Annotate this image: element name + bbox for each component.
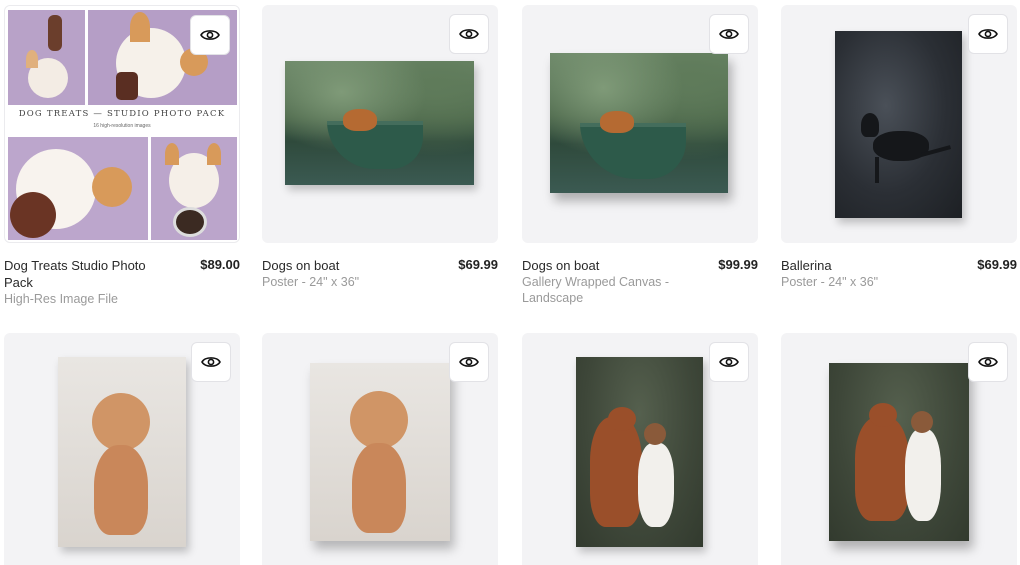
product-card[interactable] bbox=[262, 333, 498, 565]
product-price: $69.99 bbox=[458, 257, 498, 272]
eye-icon bbox=[978, 29, 998, 39]
product-image bbox=[310, 363, 450, 541]
product-thumbnail[interactable] bbox=[781, 333, 1017, 565]
quick-view-button[interactable] bbox=[191, 342, 231, 382]
collage-subtitle: 16 high-resolution images bbox=[93, 123, 151, 129]
product-image bbox=[576, 357, 703, 547]
product-card[interactable] bbox=[781, 333, 1017, 565]
product-card[interactable]: Ballerina Poster - 24" x 36" $69.99 bbox=[781, 5, 1017, 317]
product-image bbox=[58, 357, 186, 547]
product-meta: Dogs on boat Poster - 24" x 36" $69.99 bbox=[262, 257, 498, 317]
eye-icon bbox=[200, 30, 220, 40]
eye-icon bbox=[719, 29, 739, 39]
product-card[interactable]: Dogs on boat Poster - 24" x 36" $69.99 bbox=[262, 5, 498, 317]
eye-icon bbox=[459, 29, 479, 39]
product-image bbox=[285, 61, 474, 185]
eye-icon bbox=[459, 357, 479, 367]
eye-icon bbox=[978, 357, 998, 367]
quick-view-button[interactable] bbox=[449, 14, 489, 54]
quick-view-button[interactable] bbox=[968, 342, 1008, 382]
collage-title: DOG TREATS — STUDIO PHOTO PACK bbox=[18, 109, 226, 119]
product-thumbnail[interactable] bbox=[262, 333, 498, 565]
eye-icon bbox=[201, 357, 221, 367]
product-subtitle: Poster - 24" x 36" bbox=[262, 275, 360, 289]
product-image bbox=[835, 31, 962, 218]
quick-view-button[interactable] bbox=[709, 342, 749, 382]
eye-icon bbox=[719, 357, 739, 367]
product-image bbox=[550, 53, 728, 193]
product-subtitle: Poster - 24" x 36" bbox=[781, 275, 879, 289]
product-meta: Dog Treats Studio Photo Pack High-Res Im… bbox=[4, 257, 240, 317]
product-price: $89.00 bbox=[200, 257, 240, 272]
product-subtitle: Gallery Wrapped Canvas - Landscape bbox=[522, 275, 670, 305]
product-card[interactable] bbox=[522, 333, 758, 565]
product-meta: Dogs on boat Gallery Wrapped Canvas - La… bbox=[522, 257, 758, 317]
product-grid: DOG TREATS — STUDIO PHOTO PACK 16 high-r… bbox=[0, 0, 1020, 565]
quick-view-button[interactable] bbox=[449, 342, 489, 382]
product-image bbox=[829, 363, 969, 541]
quick-view-button[interactable] bbox=[968, 14, 1008, 54]
product-subtitle: High-Res Image File bbox=[4, 292, 118, 306]
product-meta: Ballerina Poster - 24" x 36" $69.99 bbox=[781, 257, 1017, 317]
product-card[interactable]: DOG TREATS — STUDIO PHOTO PACK 16 high-r… bbox=[4, 5, 240, 317]
quick-view-button[interactable] bbox=[709, 14, 749, 54]
product-thumbnail[interactable] bbox=[522, 5, 758, 243]
product-price: $99.99 bbox=[718, 257, 758, 272]
product-thumbnail[interactable] bbox=[4, 333, 240, 565]
product-card[interactable]: Dogs on boat Gallery Wrapped Canvas - La… bbox=[522, 5, 758, 317]
product-card[interactable] bbox=[4, 333, 240, 565]
product-thumbnail[interactable]: DOG TREATS — STUDIO PHOTO PACK 16 high-r… bbox=[4, 5, 240, 243]
product-thumbnail[interactable] bbox=[262, 5, 498, 243]
product-price: $69.99 bbox=[977, 257, 1017, 272]
quick-view-button[interactable] bbox=[190, 15, 230, 55]
product-thumbnail[interactable] bbox=[781, 5, 1017, 243]
product-thumbnail[interactable] bbox=[522, 333, 758, 565]
